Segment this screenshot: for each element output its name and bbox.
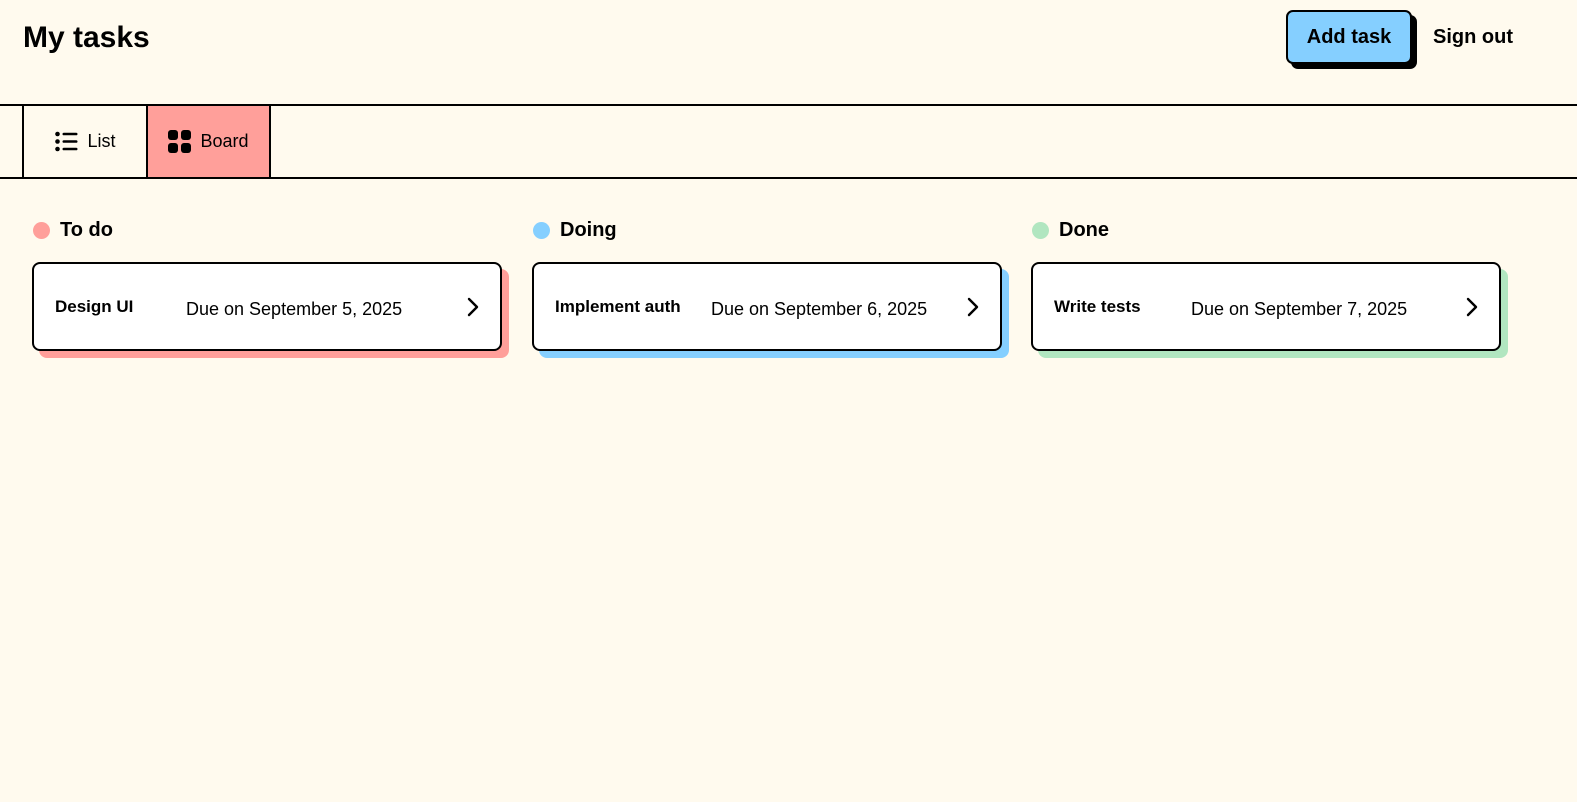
column-title: To do: [60, 218, 113, 241]
task-card-write-tests[interactable]: Write tests Due on September 7, 2025: [1031, 262, 1501, 351]
task-title: Implement auth: [555, 297, 681, 316]
task-due-date: Due on September 7, 2025: [1191, 299, 1408, 319]
column-title: Doing: [560, 218, 617, 241]
status-dot: [533, 221, 550, 239]
column-doing: Doing Implement auth Due on September 6,…: [532, 214, 1002, 351]
view-tabbar: List Board: [0, 104, 1577, 179]
grid-icon: [168, 130, 192, 153]
list-icon: [55, 131, 78, 152]
column-header: Doing: [532, 214, 1002, 246]
task-card-implement-auth[interactable]: Implement auth Due on September 6, 2025: [532, 262, 1002, 351]
chevron-right-icon: [1465, 296, 1479, 318]
task-due-date: Due on September 5, 2025: [186, 299, 403, 319]
task-title: Write tests: [1054, 297, 1141, 316]
task-due-date: Due on September 6, 2025: [711, 299, 928, 319]
tab-board-label: Board: [200, 131, 249, 151]
chevron-right-icon: [466, 296, 480, 318]
column-header: Done: [1031, 214, 1501, 246]
column-header: To do: [32, 214, 502, 246]
task-title: Design UI: [55, 297, 134, 316]
column-done: Done Write tests Due on September 7, 202…: [1031, 214, 1501, 351]
tab-list-label: List: [87, 131, 116, 151]
sign-out-link[interactable]: Sign out: [1433, 24, 1513, 50]
app-header: My tasks Add task Sign out: [0, 0, 1577, 104]
tab-board[interactable]: Board: [146, 106, 271, 177]
add-task-button[interactable]: Add task: [1286, 10, 1412, 64]
tab-list[interactable]: List: [22, 106, 147, 177]
column-title: Done: [1059, 218, 1109, 241]
task-card-design-ui[interactable]: Design UI Due on September 5, 2025: [32, 262, 502, 351]
chevron-right-icon: [966, 296, 980, 318]
column-todo: To do Design UI Due on September 5, 2025: [32, 214, 502, 351]
status-dot: [1032, 221, 1049, 239]
status-dot: [33, 221, 50, 239]
page-title: My tasks: [23, 21, 150, 54]
